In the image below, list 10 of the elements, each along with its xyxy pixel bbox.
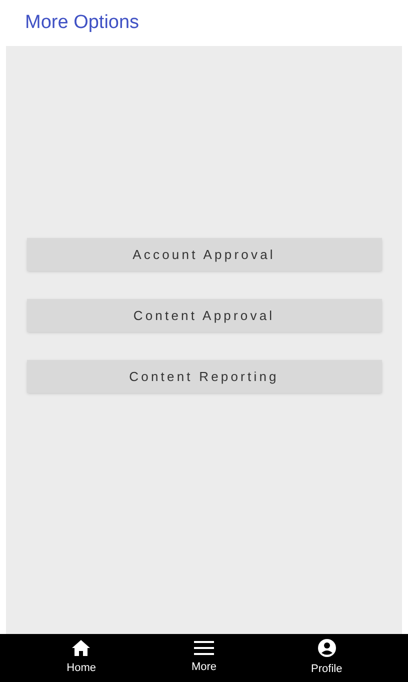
nav-tab[interactable]: Profile	[286, 638, 367, 678]
option-button[interactable]: Content Approval	[26, 299, 382, 332]
option-button[interactable]: Account Approval	[26, 238, 382, 271]
menu-icon	[194, 640, 214, 655]
profile-icon	[318, 638, 336, 657]
option-button[interactable]: Content Reporting	[26, 360, 382, 393]
page-title: More Options	[25, 10, 140, 35]
nav-tab[interactable]: Home	[41, 640, 122, 676]
home-icon	[72, 640, 90, 656]
nav-tab[interactable]: More	[164, 640, 244, 676]
